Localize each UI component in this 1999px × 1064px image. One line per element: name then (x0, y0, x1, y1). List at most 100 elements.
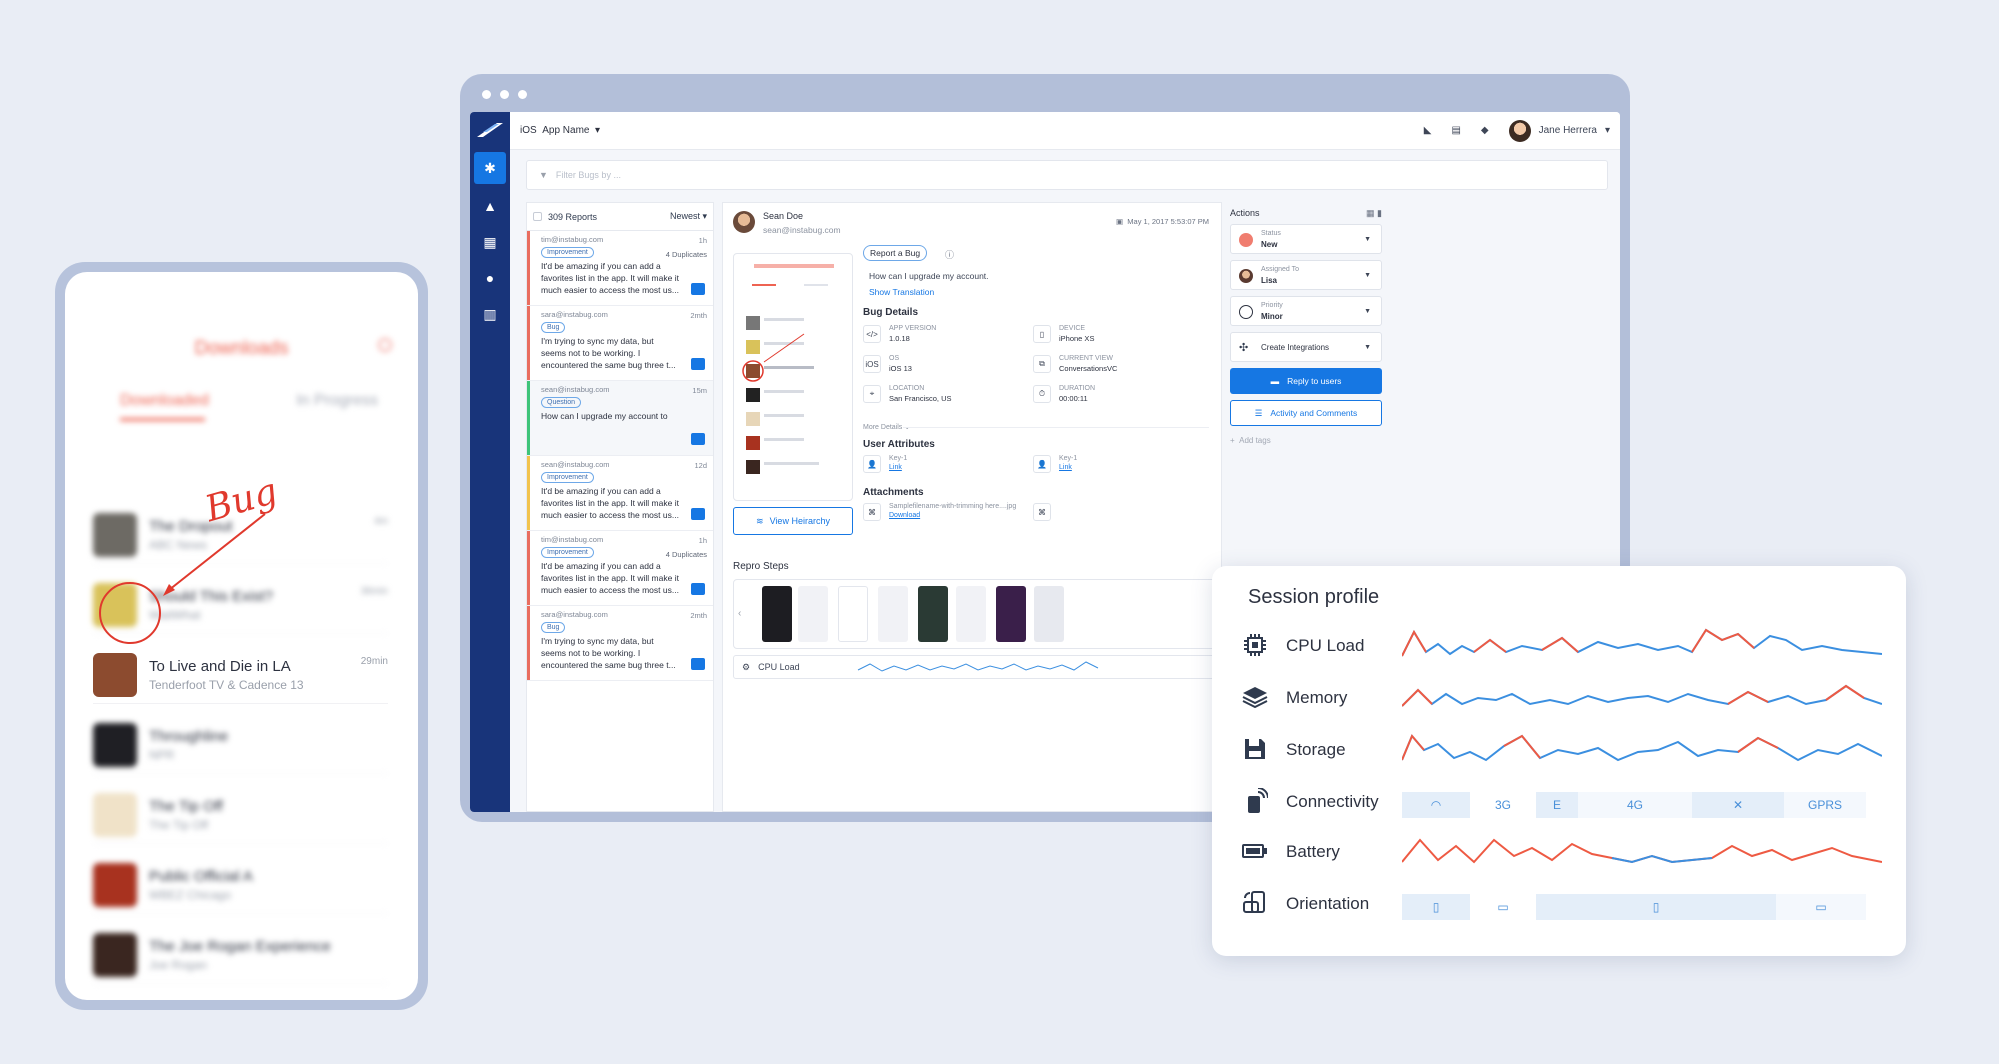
analytics-icon[interactable]: ▥ (470, 296, 510, 332)
app-name: App Name (542, 125, 590, 136)
report-email: sara@instabug.com (541, 310, 608, 319)
chevron-down-icon: ▼ (1364, 272, 1371, 279)
field-value: San Francisco, US (889, 394, 952, 403)
window-controls (482, 90, 527, 99)
report-message: I'm trying to sync my data, but seems no… (541, 336, 676, 370)
bug-icon[interactable]: ✱ (474, 152, 506, 184)
filter-input[interactable]: ▼ Filter Bugs by ... (526, 160, 1608, 190)
screenshot-thumbnail[interactable] (733, 253, 853, 501)
sort-dropdown[interactable]: Newest ▾ (670, 211, 707, 222)
list-item-text: To Live and Die in LA Tenderfoot TV & Cad… (149, 658, 361, 692)
repro-screenshot[interactable] (918, 586, 948, 642)
episode-duration: 29min (360, 656, 388, 667)
reporter-email: sean@instabug.com (763, 225, 841, 235)
trash-icon[interactable]: ▦ ▮ (1366, 208, 1382, 219)
battery-row: Battery (1242, 832, 1882, 872)
window-dot[interactable] (518, 90, 527, 99)
add-tags-button[interactable]: + Add tags (1230, 436, 1382, 445)
repro-screenshot[interactable] (996, 586, 1026, 642)
chat-icon[interactable] (691, 433, 705, 445)
chat-icon[interactable] (691, 283, 705, 295)
user-attribute: 👤 Key-1 Link (863, 455, 1023, 477)
field-value: iOS 13 (889, 364, 912, 373)
priority-dropdown[interactable]: Priority Minor ▼ (1230, 296, 1382, 326)
row-label: Memory (1286, 688, 1348, 707)
connectivity-segment: GPRS (1784, 792, 1866, 818)
repro-screenshot[interactable] (762, 586, 792, 642)
repro-screenshot[interactable] (838, 586, 868, 642)
report-card[interactable]: sara@instabug.com 2mth Bug I'm trying to sy… (527, 306, 713, 381)
reply-to-users-button[interactable]: ▬ Reply to users (1230, 368, 1382, 394)
report-card[interactable]: sean@instabug.com 12d Improvement It'd be a… (527, 456, 713, 531)
episode-subtitle: WBEZ Chicago (149, 887, 232, 902)
list-item[interactable]: Throughline NPR (93, 716, 388, 774)
attribute-link[interactable]: Link (1059, 464, 1072, 471)
list-item[interactable]: The Joe Rogan Experience Joe Rogan (93, 926, 388, 984)
episode-subtitle: Joe Rogan (149, 957, 208, 972)
search-icon[interactable] (378, 338, 392, 352)
report-message: It'd be amazing if you can add a favorit… (541, 486, 679, 520)
app-selector[interactable]: iOS App Name ▾ (520, 125, 600, 136)
top-bar-right: ◣ ▤ ◆ Jane Herrera ▾ (1424, 119, 1610, 142)
attribute-link[interactable]: Link (889, 464, 902, 471)
user-menu[interactable]: Jane Herrera ▾ (1508, 119, 1610, 142)
calendar-icon[interactable]: ▦ (470, 224, 510, 260)
battery-graph (1402, 838, 1882, 864)
platform-label: iOS (520, 125, 537, 136)
integrations-icon: ✣ (1239, 342, 1249, 354)
crash-warning-icon[interactable]: ▲ (470, 188, 510, 224)
report-card[interactable]: sara@instabug.com 2mth Bug I'm trying to sy… (527, 606, 713, 681)
duplicates-count: 4 Duplicates (665, 550, 707, 559)
filter-icon: ▼ (539, 170, 548, 180)
window-dot[interactable] (500, 90, 509, 99)
field-key: OS (889, 355, 900, 362)
actions-header: Actions ▦ ▮ (1230, 208, 1382, 218)
bell-icon[interactable]: ◆ (1481, 125, 1489, 136)
eye-off-icon[interactable] (878, 586, 908, 642)
report-tag: Improvement (541, 472, 594, 483)
window-dot[interactable] (482, 90, 491, 99)
chat-icon: ▬ (1270, 376, 1280, 386)
chevron-left-icon[interactable]: ‹ (738, 608, 741, 619)
lightbulb-icon[interactable]: ● (470, 260, 510, 296)
report-card[interactable]: tim@instabug.com 1h 4 Duplicates Improvemen… (527, 531, 713, 606)
assignee-dropdown[interactable]: Assigned To Lisa ▼ (1230, 260, 1382, 290)
list-item[interactable]: To Live and Die in LA Tenderfoot TV & Cad… (93, 646, 388, 704)
info-icon[interactable]: ⓘ (945, 248, 954, 261)
logo-icon[interactable] (470, 112, 510, 148)
show-translation-link[interactable]: Show Translation (869, 287, 934, 297)
report-card[interactable]: tim@instabug.com 1h 4 Duplicates Improvemen… (527, 231, 713, 306)
field-icon: ⧉ (1033, 355, 1051, 373)
report-tag: Improvement (541, 247, 594, 258)
podcast-artwork (93, 792, 137, 837)
attachment-download-link[interactable]: Download (889, 512, 920, 519)
report-tag: Bug (541, 322, 566, 333)
list-item[interactable]: The Tip Off The Tip Off (93, 786, 388, 844)
tab-in-progress[interactable]: In Progress (296, 392, 378, 421)
repro-screenshot[interactable] (1034, 586, 1064, 642)
create-integrations-dropdown[interactable]: ✣ Create Integrations ▼ (1230, 332, 1382, 362)
repro-step-icon[interactable] (798, 586, 828, 642)
report-card[interactable]: sean@instabug.com 15m Question How can I up… (527, 381, 713, 456)
session-profile-card: Session profile CPU Load Memory Storage (1212, 566, 1906, 956)
repro-step-icon[interactable] (956, 586, 986, 642)
chat-icon[interactable] (691, 658, 705, 670)
book-icon[interactable]: ▤ (1451, 125, 1460, 136)
megaphone-icon[interactable]: ◣ (1424, 125, 1432, 136)
episode-subtitle: NPR (149, 747, 175, 762)
select-all-checkbox[interactable] (533, 212, 542, 221)
list-item[interactable]: Public Official A WBEZ Chicago (93, 856, 388, 914)
battery-icon (1242, 844, 1267, 858)
tab-downloaded[interactable]: Downloaded (120, 392, 209, 421)
report-message: It'd be amazing if you can add a favorit… (541, 261, 679, 295)
status-stripe (527, 306, 530, 380)
status-dropdown[interactable]: Status New ▼ (1230, 224, 1382, 254)
podcast-artwork (93, 512, 137, 557)
activity-comments-button[interactable]: ☰ Activity and Comments (1230, 400, 1382, 426)
chat-icon[interactable] (691, 358, 705, 370)
row-label: Storage (1286, 740, 1346, 759)
view-hierarchy-button[interactable]: ≋ View Heirarchy (733, 507, 853, 535)
chat-icon[interactable] (691, 583, 705, 595)
podcast-artwork (93, 932, 137, 977)
chat-icon[interactable] (691, 508, 705, 520)
